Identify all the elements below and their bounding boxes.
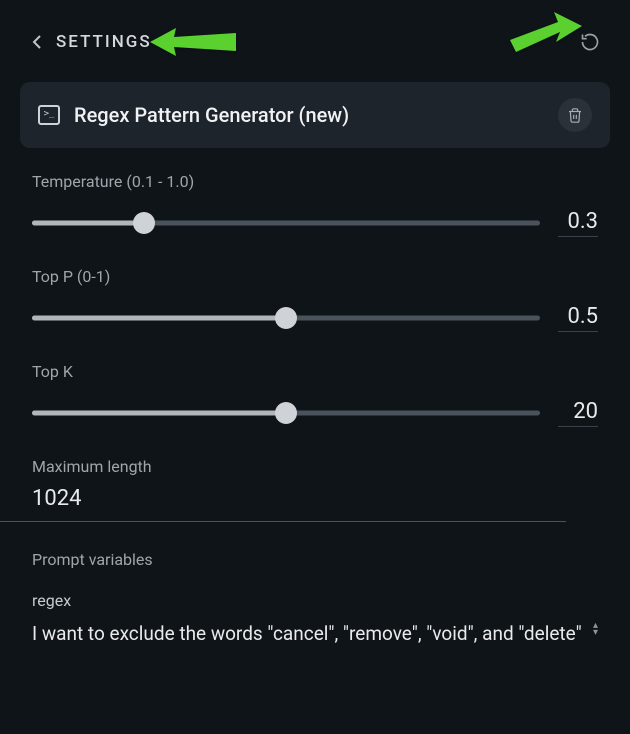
preset-title: Regex Pattern Generator (new) [74,103,349,127]
top-p-value[interactable]: 0.5 [558,304,598,332]
top-k-slider[interactable] [32,404,540,422]
max-length-input[interactable]: 1024 [0,482,566,522]
temperature-value[interactable]: 0.3 [558,209,598,237]
refresh-icon [580,32,600,52]
top-k-value[interactable]: 20 [558,399,598,427]
top-p-slider[interactable] [32,309,540,327]
trash-icon [567,107,583,124]
top-p-label: Top P (0-1) [32,267,598,286]
temperature-label: Temperature (0.1 - 1.0) [32,172,598,191]
parameters-panel: Temperature (0.1 - 1.0) 0.3 Top P (0-1) … [0,172,630,650]
resize-handle-icon[interactable]: ▴▾ [593,622,598,636]
prompt-variable-item: regex I want to exclude the words "cance… [32,591,598,650]
variable-name: regex [32,591,598,610]
delete-preset-button[interactable] [558,98,592,132]
prompt-variables-label: Prompt variables [32,550,598,569]
top-k-group: Top K 20 [32,362,598,427]
variable-value-input[interactable]: I want to exclude the words "cancel", "r… [32,618,587,650]
chevron-left-icon [28,33,46,51]
max-length-label: Maximum length [32,457,598,476]
top-k-label: Top K [32,362,598,381]
terminal-icon [38,105,60,125]
temperature-slider[interactable] [32,214,540,232]
reset-button[interactable] [578,30,602,54]
top-p-group: Top P (0-1) 0.5 [32,267,598,332]
settings-title: SETTINGS [56,32,152,52]
max-length-group: Maximum length 1024 [32,457,598,522]
temperature-group: Temperature (0.1 - 1.0) 0.3 [32,172,598,237]
settings-header: SETTINGS [0,0,630,74]
preset-card: Regex Pattern Generator (new) [20,82,610,148]
back-nav[interactable]: SETTINGS [28,32,152,52]
